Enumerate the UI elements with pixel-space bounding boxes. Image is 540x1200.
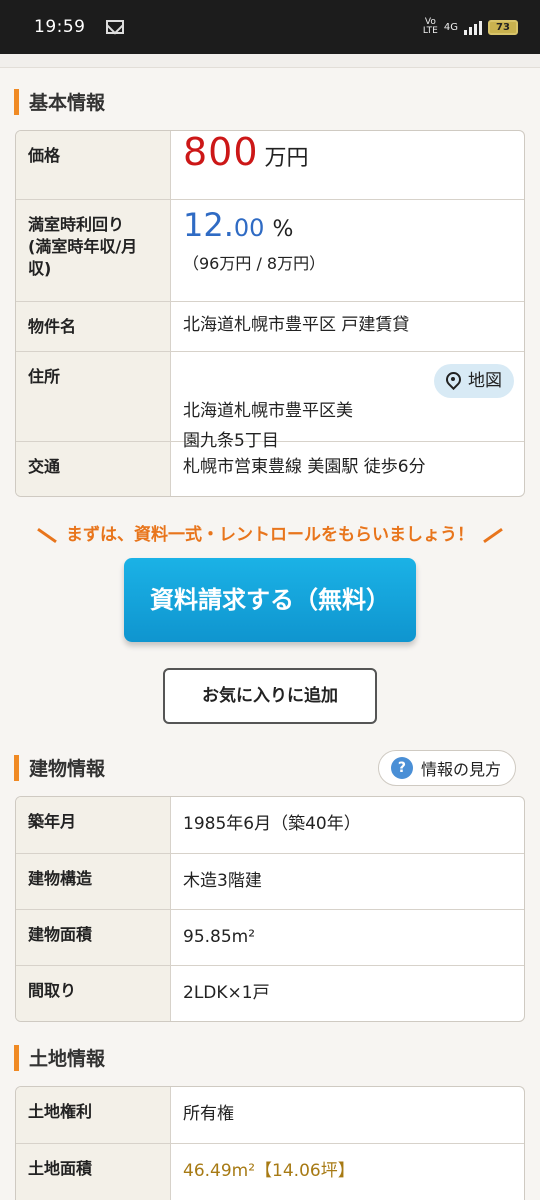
floor-plan-label: 間取り — [16, 966, 171, 1021]
yield-breakdown: （96万円 / 8万円） — [183, 254, 326, 273]
request-materials-button[interactable]: 資料請求する（無料） — [124, 558, 416, 642]
status-time: 19:59 — [34, 17, 86, 37]
yield-integer: 12. — [183, 206, 234, 244]
table-row: 土地面積 46.49m²【14.06坪】 — [16, 1143, 524, 1200]
mail-icon — [105, 20, 124, 34]
status-icons: Vo LTE 4G 73 — [423, 18, 518, 36]
table-row: 交通 札幌市営東豊線 美園駅 徒歩6分 — [16, 441, 524, 496]
add-favorite-button[interactable]: お気に入りに追加 — [163, 668, 377, 724]
map-pin-icon — [444, 372, 462, 390]
property-name-label: 物件名 — [16, 302, 171, 351]
land-info-table: 土地権利 所有権 土地面積 46.49m²【14.06坪】 — [15, 1086, 525, 1200]
address-label: 住所 — [16, 352, 171, 441]
yield-percent: % — [272, 217, 294, 242]
land-rights-label: 土地権利 — [16, 1087, 171, 1143]
price-label: 価格 — [16, 131, 171, 199]
status-bar: 19:59 Vo LTE 4G 73 — [0, 0, 540, 54]
info-guide-label: 情報の見方 — [420, 760, 501, 779]
price-unit: 万円 — [264, 146, 309, 171]
land-area-value: 46.49m²【14.06坪】 — [183, 1161, 355, 1181]
property-name-value: 北海道札幌市豊平区 戸建賃貸 — [183, 315, 410, 335]
yield-value: 12.00% （96万円 / 8万円） — [171, 200, 524, 301]
heading-accent-bar — [14, 1044, 19, 1071]
table-row: 建物面積 95.85m² — [16, 909, 524, 965]
table-row: 築年月 1985年6月（築40年） — [16, 797, 524, 853]
building-area-label: 建物面積 — [16, 910, 171, 965]
table-row: 間取り 2LDK×1戸 — [16, 965, 524, 1021]
slash-decoration-icon — [483, 527, 503, 543]
network-type: 4G — [443, 21, 458, 33]
building-info-heading: 建物情報 — [14, 754, 105, 781]
info-guide-button[interactable]: ? 情報の見方 — [377, 750, 516, 786]
table-row: 物件名 北海道札幌市豊平区 戸建賃貸 — [16, 301, 524, 351]
heading-text: 建物情報 — [29, 758, 106, 780]
volte-indicator: Vo LTE — [422, 17, 438, 36]
built-date-label: 築年月 — [16, 797, 171, 853]
transit-label: 交通 — [16, 442, 171, 496]
yield-label: 満室時利回り (満室時年収/月収) — [16, 200, 171, 301]
table-row: 住所 北海道札幌市豊平区美 園九条5丁目 地図 — [16, 351, 524, 451]
heading-accent-bar — [14, 754, 19, 781]
basic-info-heading: 基本情報 — [14, 88, 105, 115]
building-area-value: 95.85m² — [183, 927, 256, 947]
heading-text: 土地情報 — [29, 1048, 106, 1070]
question-icon: ? — [390, 757, 413, 779]
map-button[interactable]: 地図 — [434, 364, 514, 398]
price-value: 800 万円 — [171, 131, 524, 199]
table-row: 土地権利 所有権 — [16, 1087, 524, 1143]
yield-decimal: 00 — [233, 214, 265, 242]
map-button-label: 地図 — [468, 371, 502, 391]
building-info-table: 築年月 1985年6月（築40年） 建物構造 木造3階建 建物面積 95.85m… — [15, 796, 525, 1022]
signal-icon — [464, 19, 482, 35]
structure-label: 建物構造 — [16, 854, 171, 909]
basic-info-table: 価格 800 万円 満室時利回り (満室時年収/月収) 12.00% （96万円 … — [15, 130, 525, 497]
built-date-value: 1985年6月（築40年） — [183, 814, 361, 834]
structure-value: 木造3階建 — [183, 871, 262, 891]
address-value: 北海道札幌市豊平区美 園九条5丁目 地図 — [171, 352, 524, 451]
battery-icon: 73 — [488, 19, 518, 35]
table-row: 価格 800 万円 — [16, 131, 524, 199]
table-row: 満室時利回り (満室時年収/月収) 12.00% （96万円 / 8万円） — [16, 199, 524, 301]
page-top-border — [0, 54, 540, 68]
price-number: 800 — [183, 130, 259, 174]
table-row: 建物構造 木造3階建 — [16, 853, 524, 909]
land-rights-value: 所有権 — [183, 1104, 234, 1124]
heading-accent-bar — [14, 88, 19, 115]
heading-text: 基本情報 — [29, 92, 106, 114]
slash-decoration-icon — [37, 527, 57, 543]
floor-plan-value: 2LDK×1戸 — [183, 983, 270, 1003]
cta-note: まずは、資料一式・レントロールをもらいましょう！ — [0, 520, 540, 545]
transit-value: 札幌市営東豊線 美園駅 徒歩6分 — [183, 457, 426, 477]
land-info-heading: 土地情報 — [14, 1044, 105, 1071]
land-area-label: 土地面積 — [16, 1144, 171, 1200]
cta-note-text: まずは、資料一式・レントロールをもらいましょう！ — [66, 525, 474, 545]
